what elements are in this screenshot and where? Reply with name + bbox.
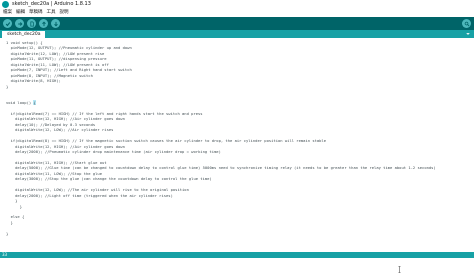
menu-file[interactable]: 檔案 xyxy=(3,9,12,17)
code-line: } xyxy=(6,198,18,204)
arduino-logo-icon xyxy=(2,1,9,8)
code-line: delay(3000); //Stop the glue (can change… xyxy=(6,176,212,182)
window-title: sketch_dec20a | Arduino 1.8.13 xyxy=(12,1,91,7)
code-line: digitalWrite(12, LOW); //The air cylinde… xyxy=(6,187,189,193)
upload-button[interactable] xyxy=(15,19,24,28)
tab-bar: sketch_dec20a xyxy=(0,30,474,38)
code-line: pinMode(12, OUTPUT); //Pneumatic cylinde… xyxy=(6,45,132,51)
code-editor[interactable]: 1 void setup() { pinMode(12, OUTPUT); //… xyxy=(0,38,474,273)
code-line: digitalWrite(12, HIGH); //Air cylinder g… xyxy=(6,116,125,122)
code-line: } xyxy=(6,230,9,236)
code-line: digitalWrite(11, LOW); //LOW present is … xyxy=(6,61,109,67)
code-line: digitalWrite(11, HIGH); //Start glue out xyxy=(6,159,107,165)
code-line: 1 void setup() { xyxy=(6,40,43,45)
verify-button[interactable] xyxy=(3,19,12,28)
code-line: pinMode(8, INPUT); //Magnetic switch xyxy=(6,72,93,78)
code-line: delay(2000); //Light off time (triggered… xyxy=(6,192,173,198)
menu-sketch[interactable]: 草稿碼 xyxy=(29,9,43,17)
code-line: delay(2000); //Pneumatic cylinder drop m… xyxy=(6,149,221,154)
text-cursor-icon xyxy=(398,266,401,273)
menu-edit[interactable]: 編輯 xyxy=(16,9,25,17)
open-button[interactable] xyxy=(39,19,48,28)
code-line: } xyxy=(6,203,23,209)
code-line: digitalWrite(8, HIGH); xyxy=(6,78,61,84)
toolbar xyxy=(0,17,474,30)
menu-help[interactable]: 說明 xyxy=(60,9,69,17)
code-line: if(digitalRead(8) == HIGH) // If the mag… xyxy=(6,138,327,144)
status-bar: 33 xyxy=(0,252,474,258)
code-line: if(digitalRead(7) == HIGH) // If the lef… xyxy=(6,110,203,116)
menu-bar: 檔案 編輯 草稿碼 工具 說明 xyxy=(0,9,474,17)
code-line: } xyxy=(6,219,13,225)
new-file-icon xyxy=(29,21,34,26)
code-line: void loop() { xyxy=(6,99,36,105)
code-line: digitalWrite(11, LOW); //Stop the glue xyxy=(6,170,103,176)
arrow-up-icon xyxy=(41,21,46,26)
status-line-number: 33 xyxy=(2,252,8,257)
new-button[interactable] xyxy=(27,19,36,28)
code-line: digitalWrite(12, LOW); //Air cylinder ri… xyxy=(6,127,114,133)
menu-tools[interactable]: 工具 xyxy=(47,9,56,17)
code-line: } xyxy=(6,83,9,89)
code-line: digitalWrite(12, HIGH); //Air cylinder g… xyxy=(6,143,125,149)
check-icon xyxy=(5,21,10,26)
serial-monitor-button[interactable] xyxy=(462,19,471,28)
tab-menu-icon[interactable] xyxy=(465,31,471,37)
arrow-down-icon xyxy=(53,21,58,26)
code-line: pinMode(11, OUTPUT); //dispensing pressu… xyxy=(6,56,107,62)
title-bar: sketch_dec20a | Arduino 1.8.13 xyxy=(0,0,474,9)
save-button[interactable] xyxy=(51,19,60,28)
arrow-right-icon xyxy=(17,21,22,26)
magnifier-icon xyxy=(464,21,469,26)
code-line: else { xyxy=(6,214,25,220)
code-line: pinMode(7, INPUT); //Left and Right hand… xyxy=(6,67,132,73)
code-line: delay(5000); //Glue time (can be changed… xyxy=(6,165,436,171)
editor-gutter xyxy=(0,38,5,252)
tab-sketch[interactable]: sketch_dec20a xyxy=(2,31,46,38)
code-line: digitalWrite(12, LOW); //LOW present ris… xyxy=(6,50,105,56)
code-line: delay(10); //Delayed by 0.3 seconds xyxy=(6,121,96,127)
